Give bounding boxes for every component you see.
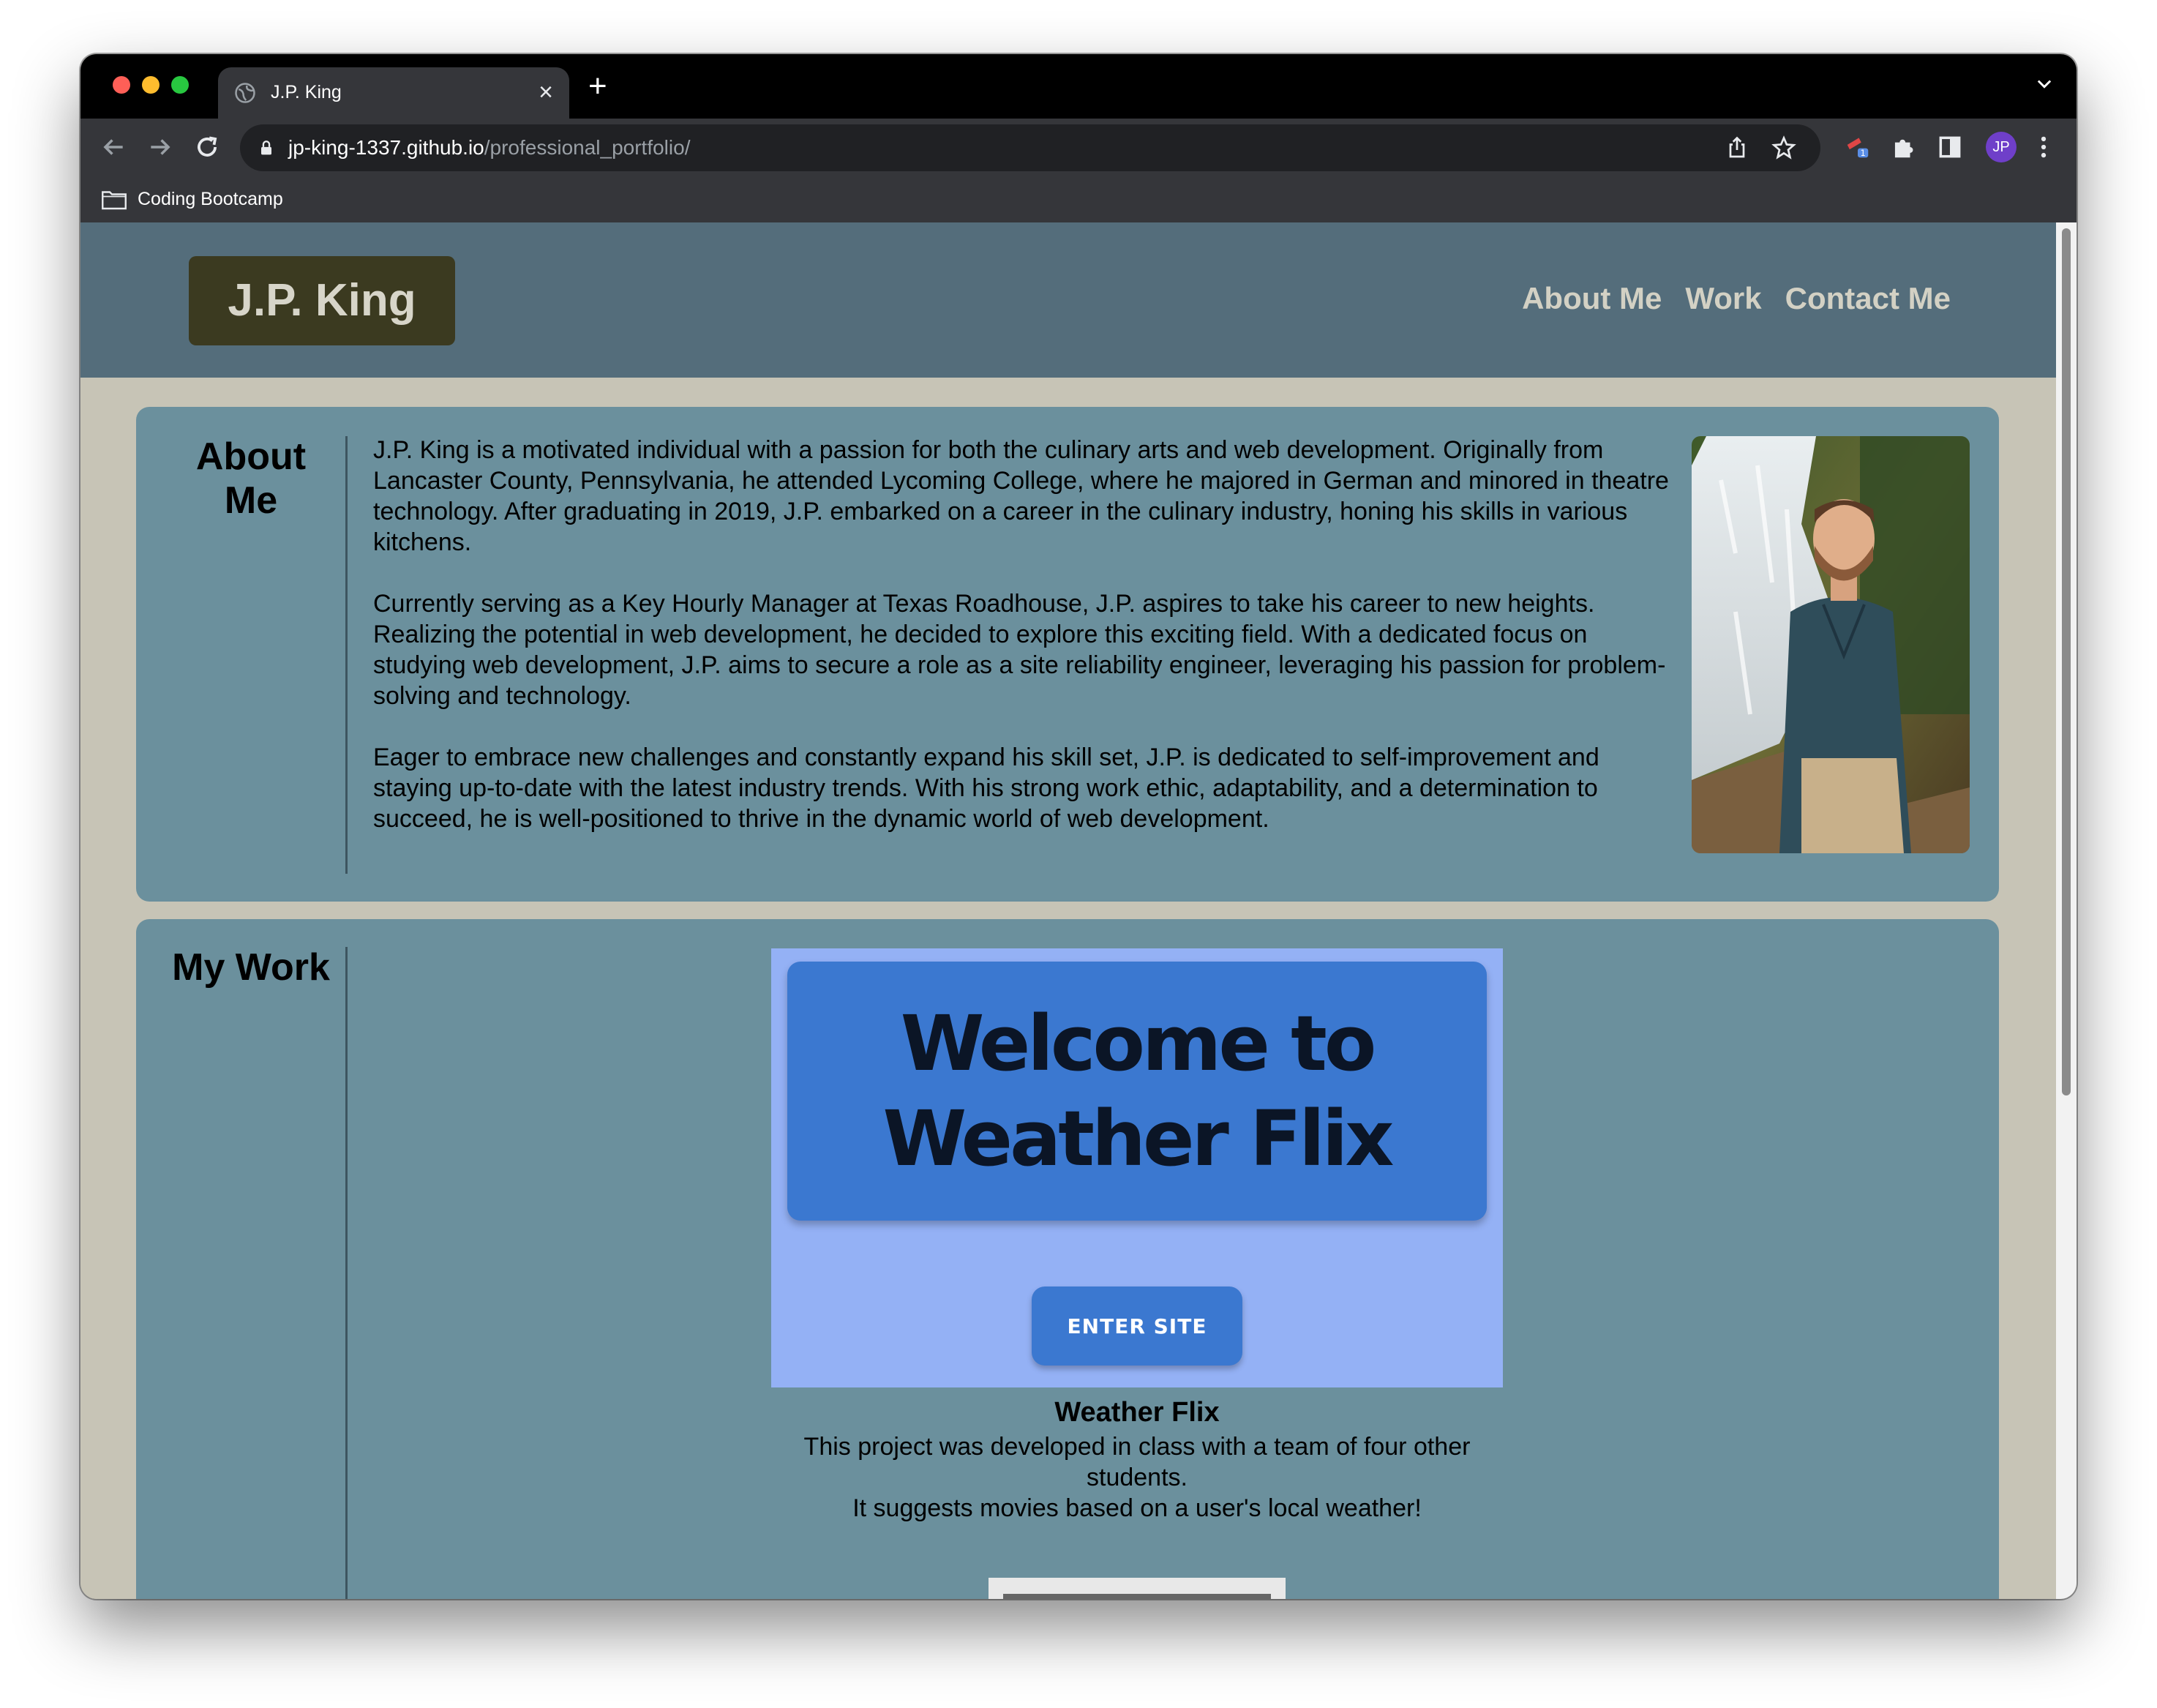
reload-icon[interactable] bbox=[193, 133, 221, 161]
active-tab[interactable]: J.P. King × bbox=[218, 67, 569, 119]
next-project-screenshot[interactable] bbox=[989, 1578, 1286, 1599]
profile-avatar[interactable]: JP bbox=[1986, 132, 2017, 162]
zoom-window-button[interactable] bbox=[171, 76, 189, 94]
about-divider bbox=[345, 436, 348, 874]
work-divider bbox=[345, 947, 348, 1599]
site-nav: About Me Work Contact Me bbox=[1522, 281, 1951, 316]
svg-text:1: 1 bbox=[1861, 149, 1866, 158]
nav-link-work[interactable]: Work bbox=[1685, 281, 1761, 316]
nav-link-contact-me[interactable]: Contact Me bbox=[1785, 281, 1951, 316]
profile-photo bbox=[1692, 436, 1970, 853]
project-screenshot-heading: Welcome to Weather Flix bbox=[882, 999, 1395, 1183]
about-section: About Me J.P. King is a motivated indivi… bbox=[136, 407, 1999, 902]
browser-toolbar: jp-king-1337.github.io/professional_port… bbox=[80, 119, 2077, 177]
extension-icon[interactable]: 1 bbox=[1844, 133, 1872, 161]
url-path: /professional_portfolio/ bbox=[484, 136, 691, 159]
work-section: My Work Welcome to Weather Flix ENTER SI… bbox=[136, 919, 1999, 1599]
address-bar[interactable]: jp-king-1337.github.io/professional_port… bbox=[240, 124, 1820, 171]
about-paragraph: J.P. King is a motivated individual with… bbox=[373, 436, 1669, 556]
scrollbar-thumb[interactable] bbox=[2062, 228, 2071, 1095]
star-icon[interactable] bbox=[1771, 135, 1797, 161]
browser-window: J.P. King × + jp-king-1337.github.io/pro… bbox=[80, 54, 2077, 1599]
bookmarks-bar: Coding Bootcamp bbox=[80, 177, 2077, 223]
tab-bar: J.P. King × + bbox=[80, 54, 2077, 119]
project-screenshot-hero: Welcome to Weather Flix bbox=[787, 962, 1487, 1221]
forward-icon[interactable] bbox=[146, 133, 174, 161]
new-tab-button[interactable]: + bbox=[588, 69, 607, 104]
share-icon[interactable] bbox=[1724, 135, 1750, 161]
menu-icon[interactable] bbox=[2030, 133, 2057, 161]
site-logo[interactable]: J.P. King bbox=[189, 256, 455, 345]
next-project-preview-bar bbox=[1003, 1594, 1271, 1599]
nav-link-about-me[interactable]: About Me bbox=[1522, 281, 1662, 316]
enter-site-button[interactable]: ENTER SITE bbox=[1032, 1286, 1242, 1366]
project-description-line: It suggests movies based on a user's loc… bbox=[852, 1494, 1422, 1522]
about-text: J.P. King is a motivated individual with… bbox=[373, 435, 1681, 865]
tab-close-button[interactable]: × bbox=[539, 78, 553, 107]
page-scrollbar[interactable] bbox=[2056, 222, 2077, 1599]
close-window-button[interactable] bbox=[113, 76, 130, 94]
page-viewport[interactable]: J.P. King About Me Work Contact Me About… bbox=[80, 222, 2056, 1599]
work-heading: My Work bbox=[172, 946, 330, 989]
chevron-down-icon[interactable] bbox=[2034, 73, 2055, 94]
lock-icon[interactable] bbox=[256, 138, 277, 158]
about-paragraph: Currently serving as a Key Hourly Manage… bbox=[373, 590, 1666, 710]
minimize-window-button[interactable] bbox=[142, 76, 160, 94]
bookmark-folder-label: Coding Bootcamp bbox=[138, 189, 283, 209]
project-description: This project was developed in class with… bbox=[771, 1431, 1503, 1524]
url-text[interactable]: jp-king-1337.github.io/professional_port… bbox=[288, 136, 690, 160]
back-icon[interactable] bbox=[100, 133, 127, 161]
site-header: J.P. King About Me Work Contact Me bbox=[80, 222, 2056, 378]
folder-icon bbox=[102, 191, 127, 210]
sidebar-icon[interactable] bbox=[1936, 133, 1964, 161]
project-title: Weather Flix bbox=[1054, 1397, 1220, 1428]
url-host: jp-king-1337.github.io bbox=[288, 136, 484, 159]
about-heading: About Me bbox=[195, 435, 307, 522]
puzzle-icon[interactable] bbox=[1889, 133, 1917, 161]
globe-icon bbox=[235, 83, 255, 103]
project-description-line: This project was developed in class with… bbox=[803, 1433, 1471, 1491]
tab-title: J.P. King bbox=[271, 82, 342, 102]
project-screenshot[interactable]: Welcome to Weather Flix ENTER SITE bbox=[771, 948, 1503, 1387]
about-paragraph: Eager to embrace new challenges and cons… bbox=[373, 743, 1599, 833]
